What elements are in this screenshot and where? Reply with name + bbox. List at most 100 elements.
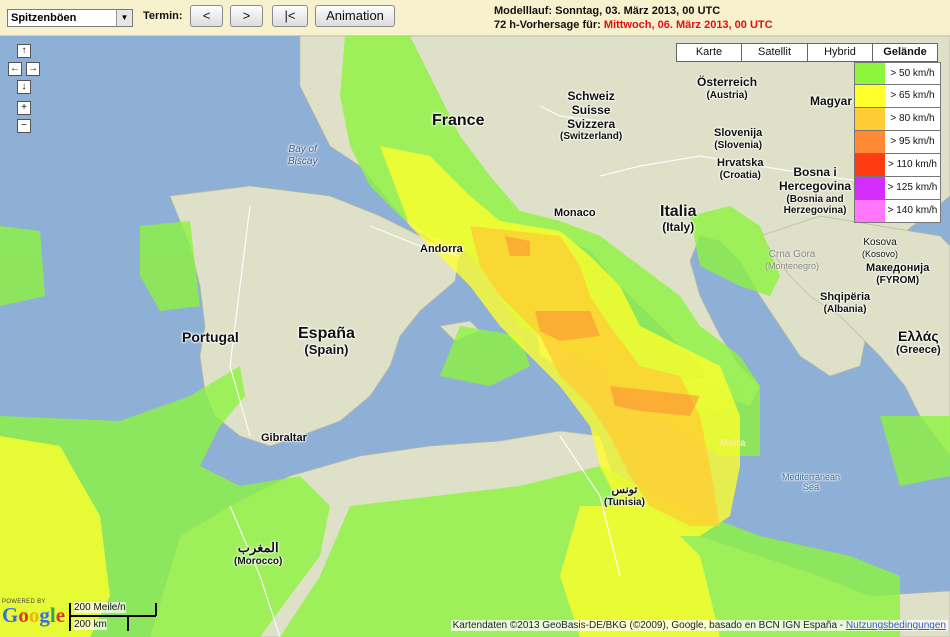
label-albania-en: (Albania) xyxy=(823,303,867,315)
label-bay-of-biscay: Bay of Biscay xyxy=(288,144,317,167)
label-tunisia-ar: تونس xyxy=(611,484,638,496)
run-info: Modelllauf: Sonntag, 03. März 2013, 00 U… xyxy=(494,4,773,32)
label-kosova: Kosova xyxy=(863,237,897,248)
legend-label: > 95 km/h xyxy=(890,136,935,147)
label-shqiperia: Shqipëria xyxy=(820,291,871,303)
label-ellas: Ελλάς xyxy=(898,328,939,344)
first-button[interactable]: |< xyxy=(272,5,308,27)
legend-swatch xyxy=(855,85,885,107)
label-magyar: Magyar xyxy=(810,94,853,108)
pan-up-icon[interactable]: ↑ xyxy=(17,44,31,58)
label-portugal: Portugal xyxy=(182,329,239,345)
label-kosovo-en: (Kosovo) xyxy=(862,248,899,259)
map-canvas[interactable]: France Schweiz Suisse Svizzera (Switzerl… xyxy=(0,36,950,637)
legend-swatch xyxy=(855,131,885,153)
label-bay-of: Bay of xyxy=(288,144,317,155)
terms-link[interactable]: Nutzungsbedingungen xyxy=(846,620,946,631)
previous-button[interactable]: < xyxy=(190,5,223,27)
pan-left-icon[interactable]: ← xyxy=(8,62,22,76)
chevron-down-icon[interactable]: ▼ xyxy=(116,10,132,26)
attribution: Kartendaten ©2013 GeoBasis-DE/BKG (©2009… xyxy=(450,620,948,631)
scale-km: 200 km xyxy=(74,619,107,630)
label-switzerland-en: (Switzerland) xyxy=(560,131,623,143)
legend-swatch xyxy=(855,154,885,176)
legend: > 50 km/h > 65 km/h > 80 km/h > 95 km/h > 11… xyxy=(854,62,941,223)
label-tunisia: تونس (Tunisia) xyxy=(604,484,645,508)
label-espana: España xyxy=(298,325,355,342)
label-greece-en: (Greece) xyxy=(896,344,941,357)
label-crna-gora: Crna Gora xyxy=(768,249,816,260)
map-type-gel-nde[interactable]: Gelände xyxy=(872,43,938,62)
legend-row: > 65 km/h xyxy=(854,85,941,108)
zoom-in-icon[interactable]: + xyxy=(17,101,31,115)
label-bosna: Bosna i xyxy=(793,165,837,179)
legend-row: > 80 km/h xyxy=(854,108,941,131)
label-montenegro-en: (Montenegro) xyxy=(765,260,820,271)
label-makedonija: Македонија xyxy=(866,262,930,274)
label-sea: Sea xyxy=(803,482,820,493)
label-croatia: Hrvatska (Croatia) xyxy=(717,157,763,181)
map-type-karte[interactable]: Karte xyxy=(676,43,742,62)
legend-row: > 140 km/h xyxy=(854,200,941,223)
label-morocco-en: (Morocco) xyxy=(234,555,283,567)
forecast-value: Mittwoch, 06. März 2013, 00 UTC xyxy=(603,19,773,31)
legend-row: > 110 km/h xyxy=(854,154,941,177)
label-morocco: المغرب (Morocco) xyxy=(234,540,283,567)
label-biscay: Biscay xyxy=(288,155,318,167)
label-gibraltar: Gibraltar xyxy=(261,432,307,444)
label-croatia-en: (Croatia) xyxy=(719,169,761,181)
label-malta: Malta xyxy=(720,438,746,449)
legend-label: > 140 km/h xyxy=(887,205,938,216)
label-italy: Italia (Italy) xyxy=(660,203,696,235)
pan-right-icon[interactable]: → xyxy=(26,62,40,76)
label-hrvatska: Hrvatska xyxy=(717,157,764,169)
toolbar: Spitzenböen ▼ Termin: < > |< Animation M… xyxy=(0,0,950,36)
label-monaco: Monaco xyxy=(554,207,596,219)
label-svizzera: Svizzera xyxy=(567,116,616,131)
modelllauf-prefix: Modelllauf: xyxy=(494,5,553,17)
label-bosnia: Bosna i Hercegovina (Bosnia and Herzegov… xyxy=(779,165,852,217)
attribution-text: Kartendaten ©2013 GeoBasis-DE/BKG (©2009… xyxy=(452,620,846,631)
label-italia: Italia xyxy=(660,203,697,220)
legend-swatch xyxy=(855,200,885,222)
animation-button[interactable]: Animation xyxy=(315,5,395,27)
label-hercegovina: Hercegovina xyxy=(779,178,852,193)
modelllauf-value: Sonntag, 03. März 2013, 00 UTC xyxy=(555,5,721,17)
label-austria-en: (Austria) xyxy=(706,89,748,101)
label-andorra: Andorra xyxy=(420,243,463,255)
next-button[interactable]: > xyxy=(230,5,263,27)
label-montenegro: Crna Gora (Montenegro) xyxy=(765,249,819,271)
label-slovenia: Slovenija (Slovenia) xyxy=(714,127,762,151)
label-slovenija: Slovenija xyxy=(714,127,763,139)
label-switzerland: Schweiz Suisse Svizzera (Switzerland) xyxy=(560,89,623,143)
label-fyrom: (FYROM) xyxy=(876,274,920,286)
legend-row: > 125 km/h xyxy=(854,177,941,200)
legend-swatch xyxy=(855,63,885,84)
termin-label: Termin: xyxy=(143,10,183,22)
zoom-out-icon[interactable]: − xyxy=(17,119,31,133)
map-type-satellit[interactable]: Satellit xyxy=(741,43,808,62)
legend-label: > 50 km/h xyxy=(890,68,935,79)
label-spain: España (Spain) xyxy=(298,325,355,358)
legend-swatch xyxy=(855,108,885,130)
legend-swatch xyxy=(855,177,885,199)
parameter-select[interactable]: Spitzenböen ▼ xyxy=(7,9,133,27)
label-austria: Österreich (Austria) xyxy=(697,75,758,101)
legend-label: > 80 km/h xyxy=(890,113,935,124)
label-bosnia-en: (Bosnia and xyxy=(786,193,844,205)
legend-label: > 125 km/h xyxy=(887,182,938,193)
label-suisse: Suisse xyxy=(571,102,611,117)
legend-row: > 50 km/h xyxy=(854,62,941,85)
legend-row: > 95 km/h xyxy=(854,131,941,154)
label-mediterranean: Mediterranean xyxy=(782,472,841,482)
label-france: France xyxy=(432,112,485,129)
parameter-select-value: Spitzenböen xyxy=(11,12,77,24)
google-logo[interactable]: POWERED BY Google xyxy=(2,599,65,626)
label-osterreich: Österreich xyxy=(697,75,758,89)
pan-down-icon[interactable]: ↓ xyxy=(17,80,31,94)
map-type-hybrid[interactable]: Hybrid xyxy=(807,43,873,62)
label-mediterranean-sea: Mediterranean Sea xyxy=(782,472,840,493)
label-slovenia-en: (Slovenia) xyxy=(714,139,763,151)
label-herzegovina-en: Herzegovina) xyxy=(783,205,847,217)
label-greece: Ελλάς (Greece) xyxy=(896,328,941,357)
